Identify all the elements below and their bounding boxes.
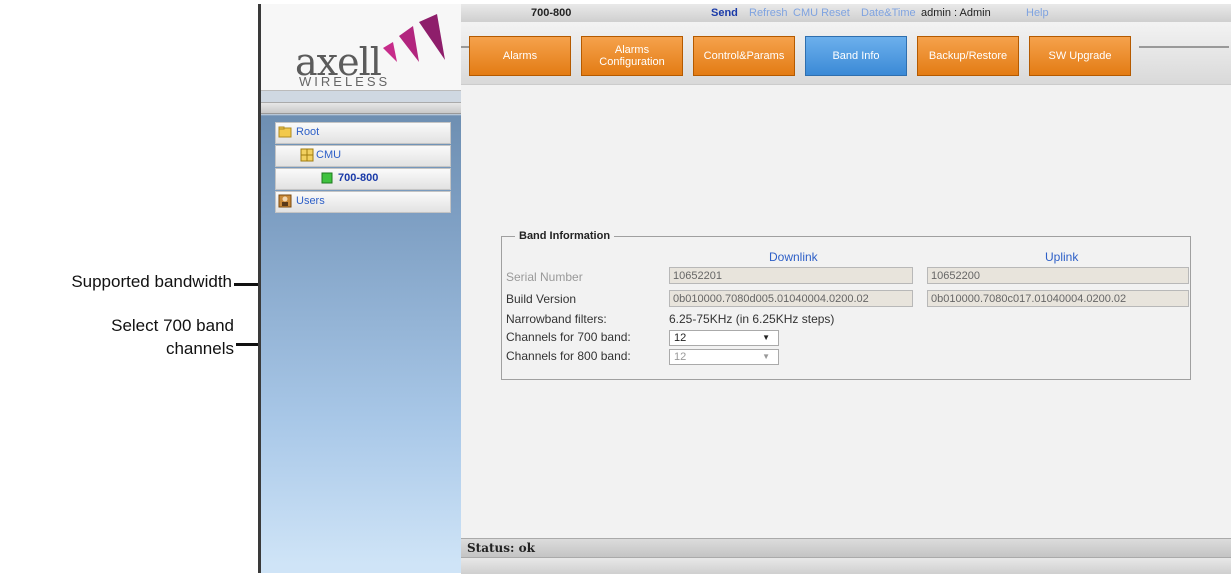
- tab-backup-restore[interactable]: Backup/Restore: [917, 36, 1019, 76]
- tab-bar: Alarms Alarms Configuration Control&Para…: [461, 22, 1231, 84]
- device-name: 700-800: [531, 7, 572, 19]
- users-icon: [278, 194, 292, 208]
- build-version-label: Build Version: [506, 292, 577, 306]
- date-time-link[interactable]: Date&Time: [861, 7, 916, 19]
- tab-control-params[interactable]: Control&Params: [693, 36, 795, 76]
- build-downlink-field: 0b010000.7080d005.01040004.0200.02: [669, 290, 913, 307]
- narrowband-filters-label: Narrowband filters:: [506, 312, 607, 326]
- tab-alarms[interactable]: Alarms: [469, 36, 571, 76]
- tree-item-root[interactable]: Root: [275, 122, 451, 144]
- channels-700-label: Channels for 700 band:: [506, 330, 631, 344]
- green-status-icon: [321, 172, 333, 184]
- sidebar: axell WIRELESS Root CMU 700-800 Users: [261, 4, 461, 573]
- tab-divider: [1139, 46, 1229, 48]
- serial-uplink-field: 10652200: [927, 267, 1189, 284]
- serial-downlink-field: 10652201: [669, 267, 913, 284]
- bottom-frame: [461, 557, 1231, 574]
- tree-label-users: Users: [296, 195, 325, 207]
- logo-swoosh-icon: [383, 14, 445, 62]
- status-bar: Status: ok: [461, 538, 1231, 557]
- serial-number-label: Serial Number: [506, 270, 583, 284]
- channels-800-select: 12 ▼: [669, 349, 779, 365]
- help-link[interactable]: Help: [1026, 7, 1049, 19]
- channels-800-value: 12: [674, 351, 687, 363]
- logo: axell WIRELESS: [261, 4, 461, 91]
- cmu-reset-link[interactable]: CMU Reset: [793, 7, 850, 19]
- app-window: axell WIRELESS Root CMU 700-800 Users 70…: [258, 4, 1231, 574]
- build-uplink-field: 0b010000.7080c017.01040004.0200.02: [927, 290, 1189, 307]
- channels-800-label: Channels for 800 band:: [506, 349, 631, 363]
- tab-band-info[interactable]: Band Info: [805, 36, 907, 76]
- callout-supported-bandwidth: Supported bandwidth: [71, 272, 232, 291]
- tree-item-700-800[interactable]: 700-800: [275, 168, 451, 190]
- module-icon: [300, 148, 314, 162]
- send-link[interactable]: Send: [711, 7, 738, 19]
- tab-sw-upgrade[interactable]: SW Upgrade: [1029, 36, 1131, 76]
- band-info-legend: Band Information: [515, 230, 615, 242]
- folder-icon: [278, 126, 292, 138]
- tree-item-cmu[interactable]: CMU: [275, 145, 451, 167]
- channels-700-value: 12: [674, 332, 687, 344]
- tree-item-users[interactable]: Users: [275, 191, 451, 213]
- uplink-header: Uplink: [1045, 250, 1079, 264]
- logo-subtitle: WIRELESS: [299, 74, 391, 89]
- tree-label-cmu: CMU: [316, 149, 342, 161]
- device-tree: Root CMU 700-800 Users: [275, 122, 451, 214]
- downlink-header: Downlink: [769, 250, 818, 264]
- top-menu-bar: 700-800 Send Refresh CMU Reset Date&Time…: [461, 4, 1231, 23]
- current-user: admin : Admin: [921, 7, 991, 19]
- narrowband-filters-value: 6.25-75KHz (in 6.25KHz steps): [669, 312, 835, 326]
- channels-700-select[interactable]: 12 ▼: [669, 330, 779, 346]
- tab-alarms-configuration[interactable]: Alarms Configuration: [581, 36, 683, 76]
- refresh-link[interactable]: Refresh: [749, 7, 788, 19]
- tab-divider: [461, 46, 469, 48]
- tree-label-root: Root: [296, 126, 320, 138]
- tree-label-700-800: 700-800: [338, 172, 379, 184]
- sidebar-divider: [261, 102, 461, 114]
- callout-select-700: Select 700 band channels: [111, 316, 234, 358]
- chevron-down-icon: ▼: [762, 333, 770, 342]
- chevron-down-icon: ▼: [762, 352, 770, 361]
- status-text: Status: ok: [467, 541, 535, 555]
